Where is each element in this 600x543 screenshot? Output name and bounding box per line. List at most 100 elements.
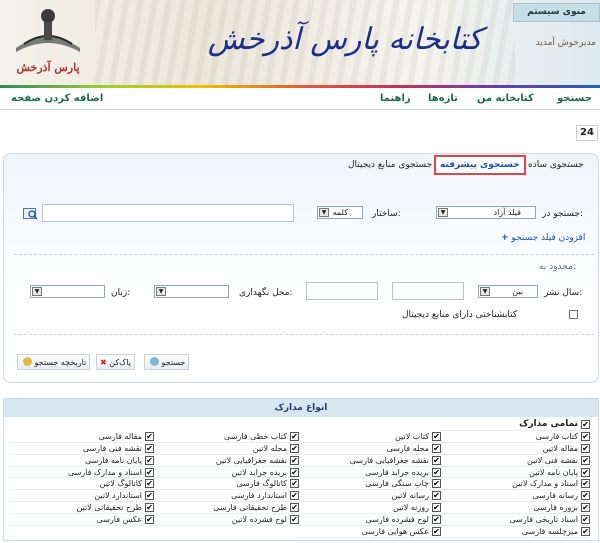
checkbox-checked[interactable]: ✔ <box>290 443 299 453</box>
doc-type-item[interactable]: ✔ عکس فارسی <box>9 514 154 527</box>
doc-type-item[interactable]: ✔ رسانه لاتین <box>296 490 441 503</box>
checkbox-checked[interactable]: ✔ <box>581 443 590 453</box>
doc-type-item[interactable]: ✔ کتاب فارسی <box>440 431 590 443</box>
doc-type-item[interactable]: ✔ نقشه جغرافیایی فارسی <box>296 455 441 467</box>
checkbox-checked[interactable]: ✔ <box>581 420 590 429</box>
clear-button[interactable]: ✖ پاک‌کن <box>96 354 135 370</box>
checkbox-checked[interactable]: ✔ <box>432 515 441 525</box>
nav-news[interactable]: تازه‌ها <box>428 93 458 104</box>
nav-search[interactable]: جستجو <box>557 93 592 104</box>
checkbox-checked[interactable]: ✔ <box>432 467 441 477</box>
doc-type-item[interactable]: ✔ طرح تحقیقاتی فارسی <box>154 502 299 515</box>
doc-type-item[interactable]: ✔ مقاله فارسی <box>9 431 154 443</box>
doc-type-item[interactable]: ✔ کاتالوگ فارسی <box>154 478 299 491</box>
checkbox-checked[interactable]: ✔ <box>432 431 441 441</box>
checkbox-checked[interactable]: ✔ <box>145 467 154 477</box>
checkbox-checked[interactable]: ✔ <box>290 467 299 477</box>
field-select[interactable]: ▼ فیلد آزاد <box>436 206 536 219</box>
doc-type-item[interactable]: ✔ نقشه فنی لاتین <box>440 455 590 467</box>
doc-type-item[interactable]: ✔ رسانه فارسی <box>440 490 590 503</box>
doc-type-item[interactable]: ✔ پایان نامه لاتین <box>440 467 590 479</box>
checkbox-checked[interactable]: ✔ <box>145 431 154 441</box>
checkbox-checked[interactable]: ✔ <box>581 491 590 501</box>
language-select[interactable]: ▼ <box>30 285 105 298</box>
doc-type-item[interactable]: ✔ بریده جراید لاتین <box>154 467 299 479</box>
doc-type-item[interactable]: ✔ کتاب خطی فارسی <box>154 431 299 443</box>
nav-my-library[interactable]: کتابخانه من <box>477 93 534 104</box>
location-select[interactable]: ▼ <box>154 285 229 298</box>
checkbox-checked[interactable]: ✔ <box>290 479 299 489</box>
year-label: سال نشر: <box>544 288 583 298</box>
doc-type-item[interactable]: ✔ لوح فشرده فارسی <box>296 514 441 527</box>
checkbox-checked[interactable]: ✔ <box>432 527 441 537</box>
tab-advanced-search[interactable]: جستجوی پیشرفته <box>434 155 526 175</box>
structure-select[interactable]: ▼ کلمه <box>317 206 363 219</box>
checkbox-checked[interactable]: ✔ <box>432 443 441 453</box>
page-number: 24 <box>576 125 598 141</box>
checkbox-checked[interactable]: ✔ <box>581 431 590 441</box>
library-logo[interactable]: پارس آذرخش <box>8 8 88 74</box>
checkbox-checked[interactable]: ✔ <box>581 479 590 489</box>
checkbox-checked[interactable]: ✔ <box>145 443 154 453</box>
checkbox-checked[interactable]: ✔ <box>581 503 590 513</box>
doc-type-item[interactable]: ✔ کتاب لاتین <box>296 431 441 443</box>
language-label: زبان: <box>111 288 131 298</box>
history-button[interactable]: تاریخچه جستجو <box>17 354 91 370</box>
year-from-input[interactable] <box>306 282 378 300</box>
checkbox-checked[interactable]: ✔ <box>581 455 590 465</box>
doc-type-all[interactable]: ✔ تمامی مدارک <box>440 419 590 431</box>
tab-simple-search[interactable]: جستجوی ساده <box>528 160 584 170</box>
checkbox-checked[interactable]: ✔ <box>432 479 441 489</box>
keyboard-search-icon[interactable] <box>23 206 38 221</box>
doc-type-item[interactable]: ✔ نقشه جغرافیایی لاتین <box>154 455 299 467</box>
doc-type-item[interactable]: ✔ بروزه فارسی <box>440 502 590 515</box>
doc-type-item[interactable]: ✔ مجله لاتین <box>154 443 299 455</box>
doc-type-label: نقشه فنی فارسی <box>82 443 142 453</box>
nav-add-page[interactable]: اضافه کردن صفحه <box>11 93 103 104</box>
doc-type-item[interactable]: ✔ میزچلسه فارسی <box>440 526 590 538</box>
add-search-field-link[interactable]: + افزودن فیلد جستجو <box>501 233 585 243</box>
checkbox-checked[interactable]: ✔ <box>145 503 154 513</box>
doc-type-item[interactable]: ✔ پایان نامه فارسی <box>9 455 154 467</box>
search-button[interactable]: جستجو <box>144 354 190 370</box>
tab-digital-search[interactable]: جستجوی منابع دیجیتال <box>348 160 432 170</box>
doc-type-item[interactable]: ✔ بریده جراید فارسی <box>296 467 441 479</box>
year-to-input[interactable] <box>392 282 464 300</box>
checkbox-checked[interactable]: ✔ <box>290 503 299 513</box>
checkbox-checked[interactable]: ✔ <box>145 455 154 465</box>
plus-icon: + <box>501 233 509 243</box>
doc-type-item[interactable]: ✔ لوح فشرده لاتین <box>154 514 299 527</box>
checkbox-checked[interactable]: ✔ <box>290 491 299 501</box>
doc-type-item[interactable]: ✔ روزنه لاتین <box>296 502 441 515</box>
doc-type-item[interactable]: ✔ استاندارد فارسی <box>154 490 299 503</box>
checkbox-checked[interactable]: ✔ <box>145 491 154 501</box>
year-operator-select[interactable]: ▼ بین <box>478 285 538 298</box>
system-menu-button[interactable]: منوی سیستم <box>513 3 600 22</box>
nav-guide[interactable]: راهنما <box>380 93 411 104</box>
doc-type-item[interactable]: ✔ مجله فارسی <box>296 443 441 455</box>
checkbox-checked[interactable]: ✔ <box>581 467 590 477</box>
doc-type-item[interactable]: ✔ اسناد و مدارک فارسی <box>9 467 154 479</box>
doc-type-item[interactable]: ✔ استاندارد لاتین <box>9 490 154 503</box>
doc-type-item[interactable]: ✔ طرح تحقیقاتی لاتین <box>9 502 154 515</box>
checkbox-checked[interactable]: ✔ <box>145 479 154 489</box>
checkbox-checked[interactable]: ✔ <box>290 515 299 525</box>
checkbox-checked[interactable]: ✔ <box>145 515 154 525</box>
digital-only-checkbox[interactable] <box>569 310 578 319</box>
checkbox-checked[interactable]: ✔ <box>581 515 590 525</box>
checkbox-checked[interactable]: ✔ <box>432 455 441 465</box>
doc-type-item[interactable]: ✔ اسناد تاریخی فارسی <box>440 514 590 527</box>
checkbox-checked[interactable]: ✔ <box>432 503 441 513</box>
checkbox-checked[interactable]: ✔ <box>432 491 441 501</box>
doc-type-item[interactable]: ✔ کاتالوگ لاتین <box>9 478 154 491</box>
doc-type-item[interactable]: ✔ نقشه فنی فارسی <box>9 443 154 455</box>
doc-type-item[interactable]: ✔ عکس هوایی فارسی <box>296 526 441 538</box>
doc-type-item[interactable]: ✔ اسناد و مدارک لاتین <box>440 478 590 491</box>
doc-type-item[interactable]: ✔ چاپ سنگی فارسی <box>296 478 441 491</box>
checkbox-checked[interactable]: ✔ <box>581 527 590 537</box>
doc-type-label: نقشه جغرافیایی لاتین <box>215 455 287 465</box>
checkbox-checked[interactable]: ✔ <box>290 455 299 465</box>
checkbox-checked[interactable]: ✔ <box>290 431 299 441</box>
search-term-input[interactable] <box>42 204 294 222</box>
doc-type-item[interactable]: ✔ مقاله لاتین <box>440 443 590 455</box>
